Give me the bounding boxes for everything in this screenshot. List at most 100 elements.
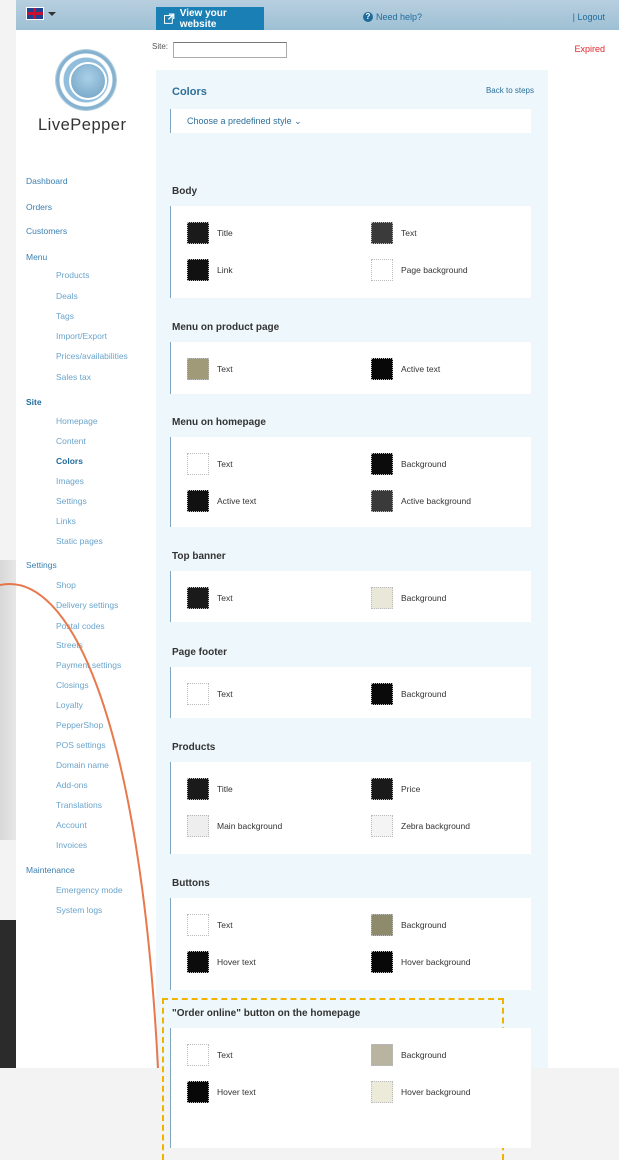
color-swatch[interactable] <box>371 778 393 800</box>
color-swatch[interactable] <box>371 1044 393 1066</box>
question-icon: ? <box>363 12 373 22</box>
color-swatch[interactable] <box>371 683 393 705</box>
color-swatch[interactable] <box>187 358 209 380</box>
sidebar-item-settings[interactable]: Settings <box>56 496 87 506</box>
section-title: Top banner <box>172 551 226 562</box>
color-swatch[interactable] <box>187 815 209 837</box>
section-box: Title Text Link Page background <box>170 206 531 298</box>
sidebar-item-sales-tax[interactable]: Sales tax <box>56 372 91 382</box>
sidebar-item-homepage[interactable]: Homepage <box>56 416 98 426</box>
color-label: Text <box>401 228 417 238</box>
color-label: Title <box>217 228 233 238</box>
section-box: Text Active text <box>170 342 531 394</box>
color-label: Zebra background <box>401 821 470 831</box>
livepepper-logo <box>56 50 116 110</box>
color-swatch[interactable] <box>187 453 209 475</box>
predefined-style-dropdown[interactable]: Choose a predefined style ⌄ <box>170 109 531 133</box>
color-swatch[interactable] <box>187 259 209 281</box>
sidebar-item-products[interactable]: Products <box>56 270 90 280</box>
sidebar-item-loyalty[interactable]: Loyalty <box>56 700 83 710</box>
color-swatch[interactable] <box>371 815 393 837</box>
color-label: Text <box>217 593 233 603</box>
sidebar-item-settings-group[interactable]: Settings <box>26 560 57 570</box>
color-label: Hover background <box>401 1087 471 1097</box>
sidebar-item-addons[interactable]: Add-ons <box>56 780 88 790</box>
sidebar-item-peppershop[interactable]: PepperShop <box>56 720 103 730</box>
color-label: Active background <box>401 496 471 506</box>
section-box: Text Background Active text Active backgrou… <box>170 437 531 527</box>
brand-name: LivePepper <box>38 116 127 134</box>
sidebar-item-maintenance[interactable]: Maintenance <box>26 865 75 875</box>
sidebar-item-menu[interactable]: Menu <box>26 252 47 262</box>
logout-link[interactable]: | Logout <box>573 12 605 22</box>
status-expired: Expired <box>574 44 605 54</box>
color-swatch[interactable] <box>187 778 209 800</box>
sidebar-item-domain[interactable]: Domain name <box>56 760 109 770</box>
sidebar-item-account[interactable]: Account <box>56 820 87 830</box>
colors-panel: Colors Back to steps Choose a predefined… <box>156 70 548 1160</box>
sidebar-item-invoices[interactable]: Invoices <box>56 840 87 850</box>
sidebar-item-shop[interactable]: Shop <box>56 580 76 590</box>
color-label: Main background <box>217 821 283 831</box>
color-swatch[interactable] <box>371 358 393 380</box>
color-label: Text <box>217 689 233 699</box>
color-swatch[interactable] <box>187 683 209 705</box>
sidebar-item-system-logs[interactable]: System logs <box>56 905 102 915</box>
top-bar: View your website ? Need help? | Logout <box>16 0 619 30</box>
sidebar-item-content[interactable]: Content <box>56 436 86 446</box>
color-swatch[interactable] <box>187 1044 209 1066</box>
sidebar-item-streets[interactable]: Streets <box>56 640 83 650</box>
color-swatch[interactable] <box>371 1081 393 1103</box>
sidebar-item-pos[interactable]: POS settings <box>56 740 106 750</box>
sidebar-item-closings[interactable]: Closings <box>56 680 89 690</box>
sidebar-item-delivery[interactable]: Delivery settings <box>56 600 118 610</box>
section-box: Text Background <box>170 667 531 718</box>
sidebar-item-import-export[interactable]: Import/Export <box>56 331 107 341</box>
back-to-steps-link[interactable]: Back to steps <box>486 86 534 95</box>
need-help-label: Need help? <box>376 12 423 22</box>
color-swatch[interactable] <box>187 587 209 609</box>
color-swatch[interactable] <box>371 914 393 936</box>
sidebar-item-translations[interactable]: Translations <box>56 800 102 810</box>
color-label: Background <box>401 920 447 930</box>
color-swatch[interactable] <box>371 490 393 512</box>
color-swatch[interactable] <box>187 490 209 512</box>
color-label: Hover background <box>401 957 471 967</box>
color-swatch[interactable] <box>187 914 209 936</box>
color-swatch[interactable] <box>187 951 209 973</box>
sidebar-item-postal-codes[interactable]: Postal codes <box>56 621 105 631</box>
sidebar-item-prices[interactable]: Prices/availabilities <box>56 351 128 361</box>
sidebar-item-emergency[interactable]: Emergency mode <box>56 885 123 895</box>
sidebar-item-links[interactable]: Links <box>56 516 76 526</box>
language-selector[interactable] <box>26 7 56 20</box>
color-swatch[interactable] <box>371 259 393 281</box>
sidebar-item-dashboard[interactable]: Dashboard <box>26 176 68 186</box>
color-swatch[interactable] <box>371 951 393 973</box>
color-swatch[interactable] <box>187 1081 209 1103</box>
sidebar-item-images[interactable]: Images <box>56 476 84 486</box>
color-label: Background <box>401 593 447 603</box>
color-label: Price <box>401 784 421 794</box>
color-swatch[interactable] <box>371 222 393 244</box>
view-website-button[interactable]: View your website <box>156 7 264 30</box>
view-website-label: View your website <box>179 7 227 30</box>
sidebar-item-orders[interactable]: Orders <box>26 202 52 212</box>
color-swatch[interactable] <box>371 453 393 475</box>
color-label: Text <box>217 459 233 469</box>
color-label: Title <box>217 784 233 794</box>
sidebar-item-payment[interactable]: Payment settings <box>56 660 121 670</box>
section-box: Title Price Main background Zebra backgroun… <box>170 762 531 854</box>
sidebar-item-site[interactable]: Site <box>26 397 42 407</box>
predefined-style-label: Choose a predefined style ⌄ <box>187 116 302 126</box>
sidebar-item-tags[interactable]: Tags <box>56 311 74 321</box>
section-title: Page footer <box>172 647 228 658</box>
sidebar-item-customers[interactable]: Customers <box>26 226 67 236</box>
site-input[interactable] <box>173 42 287 58</box>
section-title: Products <box>172 742 216 753</box>
sidebar-item-colors[interactable]: Colors <box>56 456 83 466</box>
need-help-link[interactable]: ? Need help? <box>363 12 422 22</box>
color-swatch[interactable] <box>187 222 209 244</box>
color-swatch[interactable] <box>371 587 393 609</box>
sidebar-item-static-pages[interactable]: Static pages <box>56 536 103 546</box>
sidebar-item-deals[interactable]: Deals <box>56 291 78 301</box>
